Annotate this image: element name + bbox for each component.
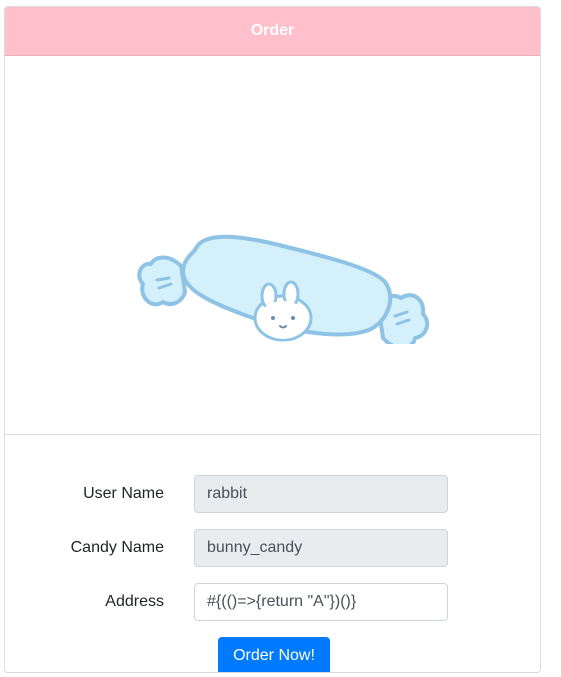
candy-name-label: Candy Name [70, 539, 164, 556]
user-name-input[interactable] [194, 475, 448, 513]
address-row: Address [5, 583, 540, 621]
product-image-area [5, 56, 540, 435]
bunny-candy-icon [137, 234, 430, 344]
address-input[interactable] [194, 583, 448, 621]
user-name-label: User Name [83, 485, 164, 502]
candy-name-input[interactable] [194, 529, 448, 567]
address-label: Address [105, 593, 164, 610]
order-now-button[interactable]: Order Now! [218, 637, 330, 672]
order-title: Order [250, 22, 295, 39]
user-name-row: User Name [5, 475, 540, 513]
order-card: Order User Name rabbit Candy Name bunny_… [4, 6, 541, 673]
candy-name-row: Candy Name [5, 529, 540, 567]
order-header: Order [5, 7, 540, 56]
